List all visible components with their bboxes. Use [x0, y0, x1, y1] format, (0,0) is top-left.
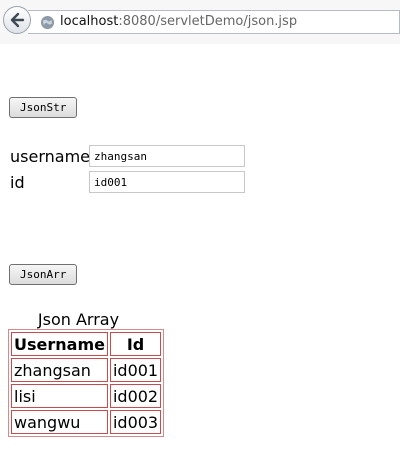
json-str-button[interactable]: JsonStr — [9, 97, 78, 118]
username-label: username — [10, 147, 90, 166]
url-text: localhost:8080/servletDemo/json.jsp — [60, 14, 297, 29]
back-button[interactable] — [3, 6, 31, 34]
browser-toolbar: localhost:8080/servletDemo/json.jsp — [0, 0, 400, 44]
table-row: lisi id002 — [11, 384, 162, 408]
id-label: id — [10, 173, 25, 192]
table-row: wangwu id003 — [11, 410, 162, 434]
header-id: Id — [109, 332, 162, 356]
cell-username: lisi — [11, 384, 108, 408]
page-content: JsonStr username id JsonArr Json Array U… — [0, 44, 400, 460]
url-host: localhost — [60, 14, 119, 29]
table-row: zhangsan id001 — [11, 358, 162, 382]
address-bar[interactable]: localhost:8080/servletDemo/json.jsp — [28, 10, 400, 34]
json-array-table: Username Id zhangsan id001 lisi id002 wa… — [8, 329, 165, 437]
url-path: :8080/servletDemo/json.jsp — [118, 14, 298, 29]
globe-icon — [40, 15, 55, 30]
username-field[interactable] — [89, 145, 245, 167]
json-arr-button[interactable]: JsonArr — [9, 264, 78, 285]
cell-username: zhangsan — [11, 358, 108, 382]
cell-id: id002 — [109, 384, 162, 408]
header-username: Username — [11, 332, 108, 356]
cell-id: id003 — [109, 410, 162, 434]
arrow-left-icon — [10, 12, 25, 28]
cell-username: wangwu — [11, 410, 108, 434]
cell-id: id001 — [109, 358, 162, 382]
id-field[interactable] — [89, 171, 245, 193]
table-caption: Json Array — [37, 310, 120, 329]
table-header-row: Username Id — [11, 332, 162, 356]
